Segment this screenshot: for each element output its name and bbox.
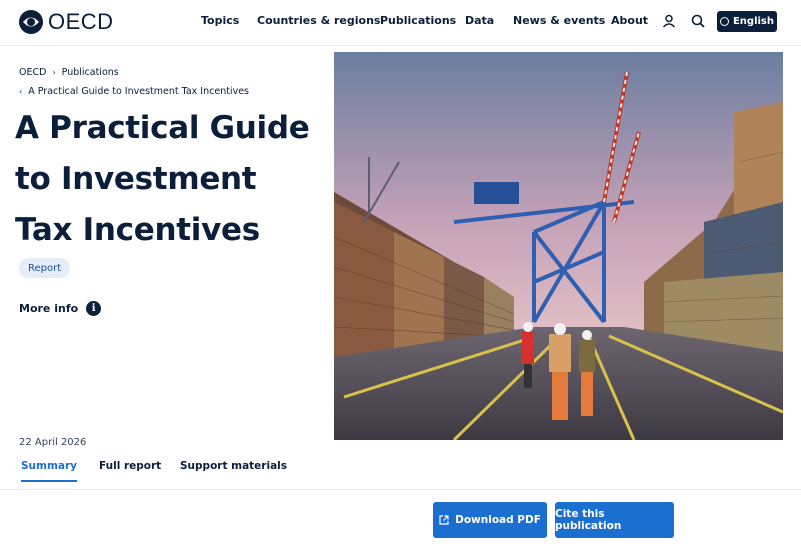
globe-icon [719,17,729,26]
nav-countries-regions[interactable]: Countries & regions [257,14,380,27]
chevron-right-icon: › [52,68,56,77]
more-info-label: More info [19,302,79,315]
nav-data[interactable]: Data [465,14,494,27]
tab-summary[interactable]: Summary [21,460,78,482]
site-header: OECD Topics Countries & regions Publicat… [0,0,801,46]
oecd-logo-mark-icon [19,10,43,34]
page-title: A Practical Guide to Investment Tax Ince… [15,103,330,256]
language-label: English [732,16,775,27]
port-crane-illustration [334,52,783,440]
nav-topics[interactable]: Topics [201,14,239,27]
caret-left-icon: ‹ [19,87,23,96]
cite-publication-label: Cite this publication [555,508,622,532]
publication-type-badge: Report [19,258,71,278]
search-icon[interactable] [690,13,706,29]
title-line-2: to Investment [15,161,257,197]
download-pdf-label: Download PDF [455,514,541,526]
publication-tabs: Summary Full report Support materials [0,456,801,490]
breadcrumb: OECD › Publications [19,67,119,78]
nav-news-events[interactable]: News & events [513,14,605,27]
publication-date: 22 April 2026 [19,437,87,448]
title-line-1: A Practical Guide [15,110,310,146]
nav-about[interactable]: About [611,14,648,27]
oecd-logo[interactable]: OECD [18,9,114,35]
breadcrumb-current: ‹ A Practical Guide to Investment Tax In… [19,86,249,97]
info-icon: i [86,301,102,316]
external-link-icon [439,515,449,525]
title-line-3: Tax Incentives [15,212,260,248]
more-info-toggle[interactable]: More info i [19,301,102,316]
tab-full-report[interactable]: Full report [99,460,161,482]
breadcrumb-oecd[interactable]: OECD [19,67,46,78]
breadcrumb-publications[interactable]: Publications [62,67,119,78]
user-icon[interactable] [661,13,677,29]
breadcrumb-current-link[interactable]: A Practical Guide to Investment Tax Ince… [28,86,249,97]
download-pdf-button[interactable]: Download PDF [433,502,547,538]
cite-publication-button[interactable]: Cite this publication [555,502,674,538]
tab-support-materials[interactable]: Support materials [180,460,287,482]
logo-wordmark: OECD [48,9,114,34]
nav-publications[interactable]: Publications [380,14,456,27]
language-button[interactable]: English [717,11,777,32]
hero-image [334,52,783,440]
